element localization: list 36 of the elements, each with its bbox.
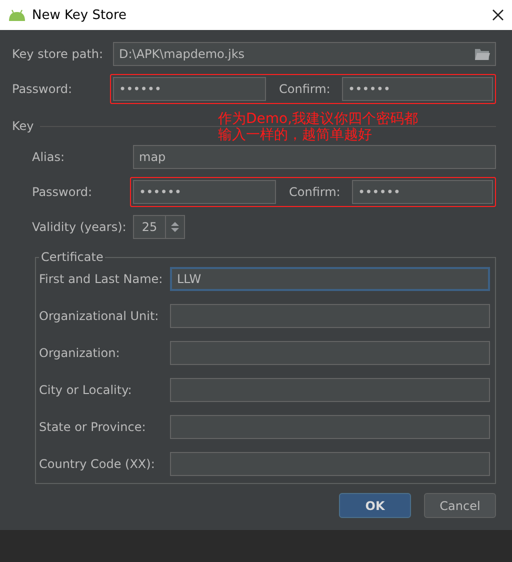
certificate-label: Country Code (XX): bbox=[39, 457, 156, 471]
certificate-label: City or Locality: bbox=[39, 383, 133, 397]
confirm-label: Confirm: bbox=[288, 185, 342, 199]
password-field[interactable]: •••••• bbox=[113, 77, 266, 101]
certificate-label: Organizational Unit: bbox=[39, 309, 160, 323]
cancel-button[interactable]: Cancel bbox=[424, 493, 496, 518]
certificate-label: Organization: bbox=[39, 346, 121, 360]
validity-spinner[interactable]: 25 bbox=[133, 215, 185, 239]
key-store-path-field[interactable]: D:\APK\mapdemo.jks bbox=[113, 42, 496, 66]
android-icon bbox=[8, 9, 26, 21]
close-icon[interactable] bbox=[492, 9, 504, 21]
certificate-label: First and Last Name: bbox=[39, 272, 164, 286]
validity-label: Validity (years): bbox=[32, 220, 128, 234]
ok-button[interactable]: OK bbox=[339, 493, 411, 518]
certificate-field[interactable] bbox=[170, 304, 490, 328]
section-title: Key bbox=[12, 119, 34, 133]
confirm-field[interactable]: •••••• bbox=[342, 77, 493, 101]
confirm-label: Confirm: bbox=[278, 82, 332, 96]
certificate-field[interactable] bbox=[170, 341, 490, 365]
certificate-field[interactable] bbox=[170, 415, 490, 439]
certificate-field[interactable] bbox=[170, 452, 490, 476]
password-label: Password: bbox=[32, 185, 94, 199]
certificate-field[interactable] bbox=[170, 378, 490, 402]
password-field[interactable]: •••••• bbox=[133, 180, 276, 204]
certificate-label: State or Province: bbox=[39, 420, 147, 434]
alias-label: Alias: bbox=[32, 150, 66, 164]
alias-field[interactable]: map bbox=[133, 145, 496, 169]
group-title: Certificate bbox=[40, 250, 104, 264]
up-down-icon[interactable] bbox=[171, 221, 179, 233]
key-store-path-label: Key store path: bbox=[12, 47, 104, 61]
confirm-field[interactable]: •••••• bbox=[352, 180, 493, 204]
annotation-text: 作为Demo,我建议你四个密码都 输入一样的，越简单越好 bbox=[218, 111, 418, 143]
certificate-field[interactable]: LLW bbox=[170, 267, 490, 291]
folder-icon[interactable] bbox=[475, 48, 490, 60]
window-title: New Key Store bbox=[32, 8, 128, 22]
password-label: Password: bbox=[12, 82, 74, 96]
